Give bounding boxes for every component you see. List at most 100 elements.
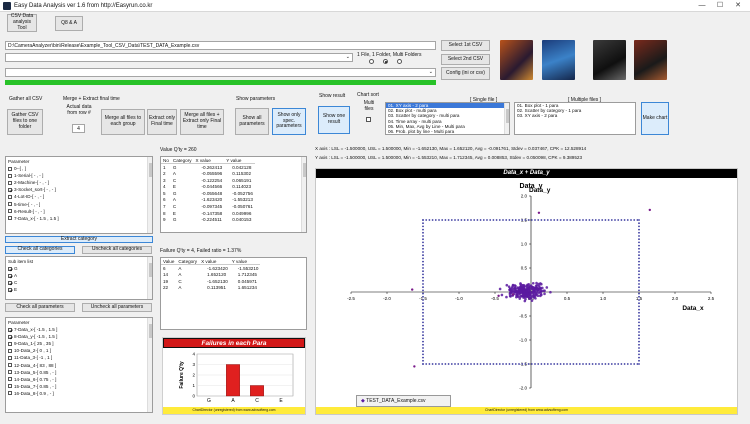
table-row[interactable]: 14 A 1.652120 1.712345: [161, 271, 260, 278]
column-header[interactable]: X value: [193, 157, 225, 165]
extract-final-time-button[interactable]: Extract only Final time: [147, 109, 177, 135]
scrollbar[interactable]: [147, 318, 152, 412]
book-cover-4[interactable]: [634, 40, 667, 80]
parameter-item[interactable]: 11-Data_3-[ -1 , 1 ]: [6, 354, 152, 361]
table-row[interactable]: 19 C -1.652130 0.045971: [161, 278, 260, 285]
parameter-item[interactable]: 10-Data_2-[ 0 , 1 ]: [6, 347, 152, 354]
checkbox[interactable]: [8, 384, 12, 389]
parameter-item[interactable]: 3-Socket_sort-[ - , - ]: [6, 186, 152, 193]
parameter-item[interactable]: 15-Data_7-[ 0.85 , - ]: [6, 383, 152, 390]
column-header[interactable]: No: [161, 157, 171, 165]
chart-type-item[interactable]: 06. Prob. plot by line - Multi para: [386, 129, 509, 134]
checkbox[interactable]: [8, 202, 12, 207]
value-table[interactable]: No Category X value Y value 1 G -0.262413 0.042…: [160, 156, 307, 233]
parameter-item[interactable]: 9-Data_1-[ 25 , 35 ]: [6, 340, 152, 347]
config-button[interactable]: Config (ini or csv): [441, 67, 490, 80]
make-chart-button[interactable]: Make chart: [641, 102, 669, 135]
radio-1-folder[interactable]: [383, 59, 388, 64]
parameter-item[interactable]: 6-Result-[ - , - ]: [6, 208, 152, 215]
checkbox[interactable]: [8, 370, 12, 375]
column-header[interactable]: Value: [161, 258, 177, 266]
csv-path-field[interactable]: D:\CameraAnalyzer\bin\Release\Example_To…: [5, 41, 436, 50]
single-file-chart-list[interactable]: 01. XY axis - 2 para 02. Box plot - multi…: [385, 102, 510, 135]
checkbox[interactable]: [8, 266, 12, 271]
scrollbar[interactable]: [301, 157, 306, 232]
column-header[interactable]: X value: [199, 258, 230, 266]
merge-extract-button[interactable]: Merge all files + Extract only Final tim…: [180, 109, 224, 135]
qa-button[interactable]: Q8 & A: [55, 16, 83, 31]
checkbox[interactable]: [8, 273, 12, 278]
table-row[interactable]: 3 C -0.122254 0.065191: [161, 177, 255, 184]
select-second-csv-button[interactable]: Select 2nd CSV: [441, 54, 490, 65]
table-row[interactable]: 6 A -1.623420 -1.553213: [161, 197, 255, 204]
parameter-item[interactable]: 4-Lot-ID-[ - , - ]: [6, 193, 152, 200]
checkbox[interactable]: [8, 194, 12, 199]
first-dropdown[interactable]: ⌄: [5, 53, 353, 62]
show-spec-parameters-button[interactable]: Show only spec. parameters: [272, 108, 306, 135]
table-row[interactable]: 6 A -1.623420 -1.553210: [161, 265, 260, 272]
checkbox[interactable]: [8, 280, 12, 285]
check-all-parameters-button[interactable]: Check all parameters: [5, 303, 75, 312]
table-row[interactable]: 8 E -0.147358 0.049996: [161, 210, 255, 217]
checkbox[interactable]: [8, 391, 12, 396]
parameter-item[interactable]: 5-time-[ - , - ]: [6, 200, 152, 207]
parameter-item[interactable]: 0--[ , ]: [6, 165, 152, 172]
checkbox[interactable]: [8, 327, 12, 332]
checkbox[interactable]: [8, 363, 12, 368]
parameter-item[interactable]: 7-Data_x-[ -1.5 , 1.5 ]: [6, 326, 152, 333]
sub-item[interactable]: G: [6, 265, 152, 272]
maximize-button[interactable]: ☐: [712, 0, 728, 12]
failure-table[interactable]: Value Category X value Y value 6 A -1.623420 -1…: [160, 257, 307, 330]
table-row[interactable]: 5 G -0.055648 -0.052756: [161, 190, 255, 197]
uncheck-all-categories-button[interactable]: Uncheck all categories: [82, 246, 152, 254]
table-row[interactable]: 1 G -0.262413 0.042128: [161, 164, 255, 171]
checkbox[interactable]: [8, 166, 12, 171]
scrollbar[interactable]: [147, 257, 152, 299]
sub-item[interactable]: A: [6, 272, 152, 279]
checkbox[interactable]: [8, 377, 12, 382]
selected-parameter-list[interactable]: Parameter 7-Data_x-[ -1.5 , 1.5 ] 8-Data_…: [5, 317, 153, 413]
gather-csv-button[interactable]: Gather CSV files to one folder: [7, 109, 43, 135]
book-cover-3[interactable]: [593, 40, 626, 80]
radio-1-file[interactable]: [369, 59, 374, 64]
book-cover-2[interactable]: [542, 40, 575, 80]
uncheck-all-parameters-button[interactable]: Uncheck all parameters: [82, 303, 152, 312]
minimize-button[interactable]: —: [694, 0, 710, 12]
column-header[interactable]: Y value: [229, 258, 261, 266]
show-all-parameters-button[interactable]: Show all parameters: [235, 108, 269, 135]
parameter-item[interactable]: 16-Data_8-[ 0.9 , - ]: [6, 390, 152, 397]
checkbox[interactable]: [8, 334, 12, 339]
checkbox[interactable]: [8, 209, 12, 214]
checkbox[interactable]: [8, 355, 12, 360]
table-row[interactable]: 9 G -0.224511 0.040153: [161, 216, 255, 223]
multiple-files-chart-list[interactable]: 01. Box plot - 1 para 02. Scatter by cate…: [514, 102, 636, 135]
checkbox[interactable]: [8, 180, 12, 185]
checkbox[interactable]: [8, 341, 12, 346]
chart-type-item[interactable]: 03. XY axis - 2 para: [515, 113, 635, 118]
checkbox[interactable]: [8, 348, 12, 353]
column-header[interactable]: Category: [170, 157, 194, 165]
checkbox[interactable]: [8, 287, 12, 292]
column-header[interactable]: Category: [176, 258, 200, 266]
multi-files-checkbox[interactable]: [366, 117, 371, 122]
table-row[interactable]: 2 A -0.055596 0.115302: [161, 170, 255, 177]
csv-tool-button[interactable]: CSV Data analysis Tool: [7, 14, 37, 32]
parameter-item[interactable]: 7-Data_x-[ - 1.5 , 1.5 ]: [6, 215, 152, 222]
merge-files-button[interactable]: Merge all files to each group: [101, 109, 145, 135]
parameter-list[interactable]: Parameter 0--[ , ] 1-Serial-[ - , - ] 2-Ma…: [5, 156, 153, 234]
actual-row-input[interactable]: 4: [72, 124, 85, 133]
column-header[interactable]: Y value: [224, 157, 255, 165]
parameter-item[interactable]: 1-Serial-[ - , - ]: [6, 172, 152, 179]
table-row[interactable]: 22 A 0.113951 1.651234: [161, 284, 260, 291]
parameter-item[interactable]: 13-Data_5-[ 0.85 , - ]: [6, 369, 152, 376]
scrollbar[interactable]: [147, 157, 152, 233]
radio-multi-folders[interactable]: [397, 59, 402, 64]
parameter-item[interactable]: 8-Data_y-[ -1.5 , 1.5 ]: [6, 333, 152, 340]
parameter-item[interactable]: 2-Machine-[ - , - ]: [6, 179, 152, 186]
scrollbar[interactable]: [504, 103, 509, 134]
sub-item[interactable]: E: [6, 286, 152, 293]
checkbox[interactable]: [8, 173, 12, 178]
table-row[interactable]: 4 E -0.044566 0.114023: [161, 183, 255, 190]
table-row[interactable]: 7 C -0.097345 -0.050761: [161, 203, 255, 210]
second-dropdown[interactable]: ⌄: [5, 68, 436, 77]
